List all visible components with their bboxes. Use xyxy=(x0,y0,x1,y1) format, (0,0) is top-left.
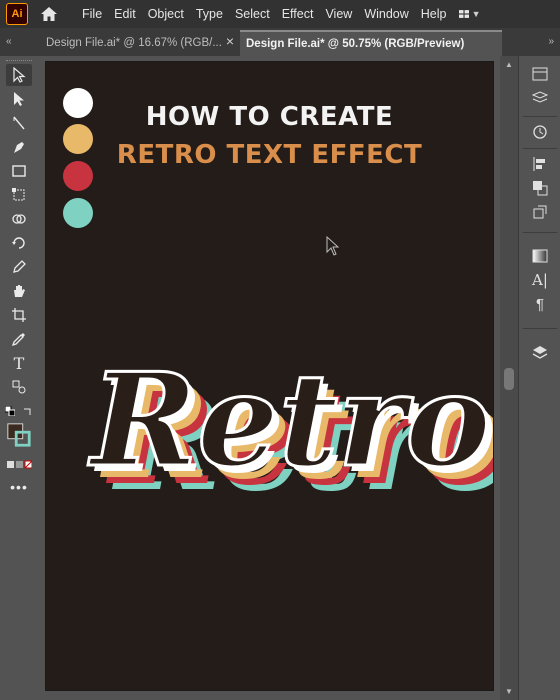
dock-divider xyxy=(523,148,557,149)
swap-colors-icon[interactable] xyxy=(22,400,34,422)
eyedropper-tool-icon[interactable] xyxy=(6,328,32,350)
transform-panel-icon[interactable] xyxy=(529,202,551,222)
direct-selection-tool-icon[interactable] xyxy=(6,88,32,110)
chevron-down-icon: ▼ xyxy=(471,9,481,19)
rotate-tool-icon[interactable] xyxy=(6,232,32,254)
close-icon[interactable]: × xyxy=(226,33,234,49)
scroll-up-icon[interactable]: ▲ xyxy=(505,60,513,69)
retro-layer-main: Retro xyxy=(88,346,491,496)
artboard[interactable]: HOW TO CREATE RETRO TEXT EFFECT Retro Re… xyxy=(46,62,493,690)
menu-effect[interactable]: Effect xyxy=(276,0,320,28)
tab-document-1[interactable]: Design File.ai* @ 16.67% (RGB/... × xyxy=(40,30,240,56)
fill-stroke-swatch[interactable] xyxy=(6,420,32,450)
libraries-panel-icon[interactable] xyxy=(529,342,551,362)
hand-tool-icon[interactable] xyxy=(6,280,32,302)
shape-builder-tool-icon[interactable] xyxy=(6,208,32,230)
magic-wand-tool-icon[interactable] xyxy=(6,112,32,134)
dock-divider xyxy=(523,116,557,117)
selection-tool-icon[interactable] xyxy=(6,64,32,86)
menu-view[interactable]: View xyxy=(319,0,358,28)
tab-label: Design File.ai* @ 50.75% (RGB/Preview) xyxy=(246,38,465,50)
tab-document-2[interactable]: Design File.ai* @ 50.75% (RGB/Preview) xyxy=(240,30,502,56)
menu-bar: Ai File Edit Object Type Select Effect V… xyxy=(0,0,560,28)
history-panel-icon[interactable] xyxy=(529,122,551,142)
type-tool-glyph: T xyxy=(13,353,25,373)
menu-help[interactable]: Help xyxy=(415,0,453,28)
heading-line-1[interactable]: HOW TO CREATE xyxy=(46,102,493,132)
character-panel-icon[interactable]: A| xyxy=(529,270,551,290)
menu-type[interactable]: Type xyxy=(190,0,229,28)
mouse-cursor-icon xyxy=(326,236,340,256)
home-icon[interactable] xyxy=(38,3,60,25)
dock-divider xyxy=(523,232,557,233)
color-mode-icons[interactable] xyxy=(6,454,32,476)
free-transform-tool-icon[interactable] xyxy=(6,184,32,206)
app-logo-text: Ai xyxy=(11,8,23,20)
properties-panel-icon[interactable] xyxy=(529,64,551,84)
pen-tool-icon[interactable] xyxy=(6,136,32,158)
right-panel-dock: A| ¶ xyxy=(518,56,560,700)
expand-panels-icon[interactable]: » xyxy=(548,36,554,47)
dock-divider xyxy=(523,328,557,329)
artboard-tool-icon[interactable] xyxy=(6,304,32,326)
document-tab-bar: « Design File.ai* @ 16.67% (RGB/... × De… xyxy=(0,28,560,57)
layers-panel-icon[interactable] xyxy=(529,88,551,108)
menu-select[interactable]: Select xyxy=(229,0,276,28)
canvas-area[interactable]: HOW TO CREATE RETRO TEXT EFFECT Retro Re… xyxy=(38,56,500,700)
blend-tool-icon[interactable] xyxy=(6,376,32,398)
retro-text-artwork[interactable]: Retro Retro Retro Retro Retro xyxy=(46,262,494,562)
workspace-switcher-icon[interactable]: ▼ xyxy=(458,4,481,24)
heading-line-2[interactable]: RETRO TEXT EFFECT xyxy=(46,140,493,170)
canvas-scrollbar[interactable]: ▲ ▼ xyxy=(500,56,518,700)
scroll-down-icon[interactable]: ▼ xyxy=(505,687,513,696)
default-colors-icon[interactable] xyxy=(4,400,16,422)
tools-panel: T ••• xyxy=(0,56,38,700)
rectangle-tool-icon[interactable] xyxy=(6,160,32,182)
tab-label: Design File.ai* @ 16.67% (RGB/... xyxy=(46,37,222,49)
palette-swatch-teal[interactable] xyxy=(63,198,93,228)
collapse-panels-icon[interactable]: « xyxy=(6,36,12,47)
menu-window[interactable]: Window xyxy=(358,0,414,28)
ellipsis-glyph: ••• xyxy=(10,479,28,495)
align-panel-icon[interactable] xyxy=(529,154,551,174)
type-tool-icon[interactable]: T xyxy=(6,352,32,374)
scroll-thumb[interactable] xyxy=(504,368,514,390)
pencil-tool-icon[interactable] xyxy=(6,256,32,278)
paragraph-panel-icon[interactable]: ¶ xyxy=(529,294,551,314)
pathfinder-panel-icon[interactable] xyxy=(529,178,551,198)
more-tools-icon[interactable]: ••• xyxy=(6,476,32,498)
gradient-panel-icon[interactable] xyxy=(529,246,551,266)
menu-edit[interactable]: Edit xyxy=(108,0,142,28)
menu-file[interactable]: File xyxy=(76,0,108,28)
menu-items: File Edit Object Type Select Effect View… xyxy=(76,0,453,28)
menu-object[interactable]: Object xyxy=(142,0,190,28)
app-logo: Ai xyxy=(6,3,28,25)
